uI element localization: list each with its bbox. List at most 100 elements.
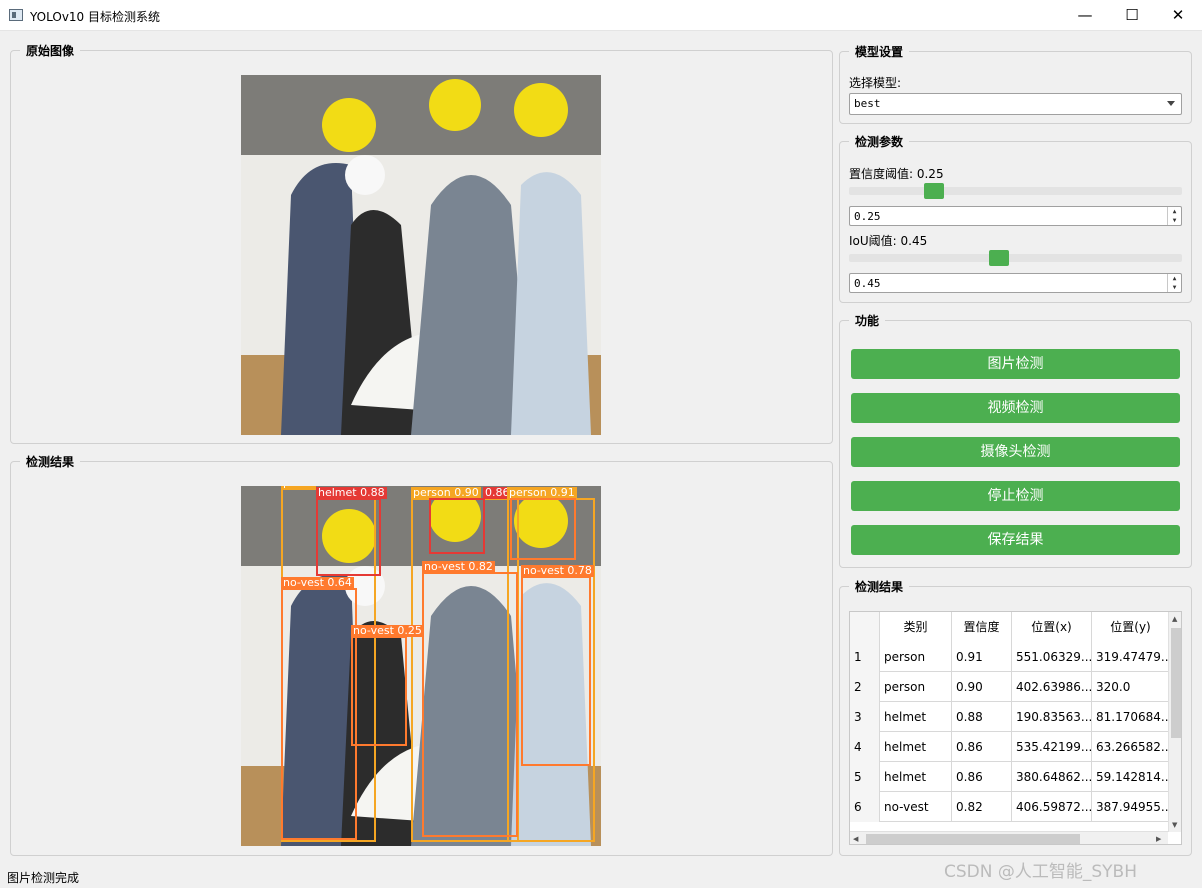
- result-image: perso helmet 0.88 person 0.90 0.86 perso…: [241, 486, 601, 846]
- table-cell[interactable]: helmet: [880, 732, 952, 762]
- detection-box: no-vest 0.64: [281, 577, 357, 840]
- table-cell[interactable]: 81.170684...: [1092, 702, 1170, 732]
- stop-detect-button[interactable]: 停止检测: [851, 481, 1180, 511]
- table-cell[interactable]: 535.42199...: [1012, 732, 1092, 762]
- table-cell[interactable]: 319.47479...: [1092, 642, 1170, 672]
- detection-box: [510, 498, 576, 560]
- watermark: CSDN @人工智能_SYBH: [944, 862, 1137, 882]
- detection-params-title: 检测参数: [849, 133, 910, 150]
- row-number[interactable]: 5: [850, 762, 880, 792]
- table-cell[interactable]: 0.91: [952, 642, 1012, 672]
- functions-title: 功能: [849, 312, 886, 329]
- results-table[interactable]: 类别 置信度 位置(x) 位置(y) 1 person 0.91 551.06329.…: [849, 611, 1182, 845]
- table-row[interactable]: 2 person 0.90 402.63986... 320.0: [850, 672, 1170, 702]
- column-header[interactable]: 位置(y): [1092, 612, 1170, 642]
- row-number[interactable]: 2: [850, 672, 880, 702]
- spin-arrows-icon[interactable]: ▲ ▼: [1167, 207, 1181, 225]
- model-select-label: 选择模型:: [849, 76, 902, 90]
- detection-box: 0.86: [429, 487, 512, 554]
- model-select[interactable]: best: [849, 93, 1182, 115]
- save-results-button[interactable]: 保存结果: [851, 525, 1180, 555]
- window-title: YOLOv10 目标检测系统: [30, 10, 161, 24]
- table-cell[interactable]: 59.142814...: [1092, 762, 1170, 792]
- horizontal-scrollbar[interactable]: ◀ ▶: [850, 831, 1168, 844]
- table-cell[interactable]: 0.90: [952, 672, 1012, 702]
- table-cell[interactable]: 406.59872...: [1012, 792, 1092, 822]
- table-cell[interactable]: 190.83563...: [1012, 702, 1092, 732]
- maximize-icon[interactable]: ☐: [1109, 0, 1155, 31]
- corner-cell[interactable]: [850, 612, 880, 642]
- table-row[interactable]: 3 helmet 0.88 190.83563... 81.170684...: [850, 702, 1170, 732]
- row-number[interactable]: 4: [850, 732, 880, 762]
- scroll-down-icon[interactable]: ▼: [1172, 820, 1177, 830]
- conf-threshold-spinbox[interactable]: 0.25 ▲ ▼: [849, 206, 1182, 226]
- original-image: [241, 75, 601, 435]
- camera-detect-button[interactable]: 摄像头检测: [851, 437, 1180, 467]
- original-image-title: 原始图像: [20, 42, 81, 59]
- image-detect-button[interactable]: 图片检测: [851, 349, 1180, 379]
- table-cell[interactable]: 402.63986...: [1012, 672, 1092, 702]
- conf-threshold-slider[interactable]: [849, 183, 1182, 199]
- scroll-thumb[interactable]: [866, 834, 1080, 844]
- detection-box: helmet 0.88: [316, 487, 387, 576]
- minimize-icon[interactable]: —: [1062, 0, 1108, 31]
- table-row[interactable]: 1 person 0.91 551.06329... 319.47479...: [850, 642, 1170, 672]
- conf-slider-handle[interactable]: [924, 183, 944, 199]
- scroll-right-icon[interactable]: ▶: [1156, 834, 1161, 844]
- title-bar: YOLOv10 目标检测系统 — ☐ ✕: [0, 0, 1202, 31]
- conf-threshold-value: 0.25: [854, 210, 881, 223]
- iou-threshold-slider[interactable]: [849, 250, 1182, 266]
- detection-label: no-vest 0.25: [351, 624, 424, 637]
- table-cell[interactable]: 0.88: [952, 702, 1012, 732]
- table-header: 类别 置信度 位置(x) 位置(y): [850, 612, 1170, 642]
- table-cell[interactable]: person: [880, 642, 952, 672]
- detection-label: helmet 0.88: [316, 486, 387, 499]
- column-header[interactable]: 置信度: [952, 612, 1012, 642]
- table-cell[interactable]: 380.64862...: [1012, 762, 1092, 792]
- table-row[interactable]: 6 no-vest 0.82 406.59872... 387.94955...: [850, 792, 1170, 822]
- window-icon: [9, 9, 23, 21]
- vertical-scrollbar[interactable]: ▲ ▼: [1168, 612, 1181, 832]
- iou-threshold-label: IoU阈值: 0.45: [849, 234, 928, 248]
- table-cell[interactable]: 0.82: [952, 792, 1012, 822]
- scroll-up-icon[interactable]: ▲: [1172, 614, 1177, 624]
- detection-label: no-vest 0.78: [521, 564, 594, 577]
- status-bar: 图片检测完成: [7, 871, 80, 885]
- detection-box: no-vest 0.78: [521, 565, 594, 766]
- row-number[interactable]: 1: [850, 642, 880, 672]
- chevron-down-icon: [1167, 101, 1175, 106]
- column-header[interactable]: 位置(x): [1012, 612, 1092, 642]
- detection-box: no-vest 0.82: [422, 561, 518, 837]
- model-select-value: best: [854, 97, 881, 110]
- scroll-left-icon[interactable]: ◀: [853, 834, 858, 844]
- scroll-thumb[interactable]: [1171, 628, 1181, 738]
- iou-threshold-value: 0.45: [854, 277, 881, 290]
- conf-threshold-label: 置信度阈值: 0.25: [849, 167, 944, 181]
- detection-label: perso: [281, 486, 316, 489]
- table-cell[interactable]: 551.06329...: [1012, 642, 1092, 672]
- detection-box: no-vest 0.25: [351, 625, 424, 746]
- detection-label: no-vest 0.82: [422, 560, 495, 573]
- close-icon[interactable]: ✕: [1155, 0, 1201, 31]
- spin-arrows-icon[interactable]: ▲ ▼: [1167, 274, 1181, 292]
- table-row[interactable]: 5 helmet 0.86 380.64862... 59.142814...: [850, 762, 1170, 792]
- results-title: 检测结果: [849, 578, 910, 595]
- table-cell[interactable]: helmet: [880, 702, 952, 732]
- table-cell[interactable]: 387.94955...: [1092, 792, 1170, 822]
- model-settings-title: 模型设置: [849, 43, 910, 60]
- column-header[interactable]: 类别: [880, 612, 952, 642]
- result-image-title: 检测结果: [20, 453, 81, 470]
- table-cell[interactable]: no-vest: [880, 792, 952, 822]
- table-cell[interactable]: 320.0: [1092, 672, 1170, 702]
- iou-threshold-spinbox[interactable]: 0.45 ▲ ▼: [849, 273, 1182, 293]
- row-number[interactable]: 3: [850, 702, 880, 732]
- table-cell[interactable]: helmet: [880, 762, 952, 792]
- table-cell[interactable]: 63.266582...: [1092, 732, 1170, 762]
- table-cell[interactable]: person: [880, 672, 952, 702]
- table-cell[interactable]: 0.86: [952, 762, 1012, 792]
- video-detect-button[interactable]: 视频检测: [851, 393, 1180, 423]
- row-number[interactable]: 6: [850, 792, 880, 822]
- iou-slider-handle[interactable]: [989, 250, 1009, 266]
- table-row[interactable]: 4 helmet 0.86 535.42199... 63.266582...: [850, 732, 1170, 762]
- table-cell[interactable]: 0.86: [952, 732, 1012, 762]
